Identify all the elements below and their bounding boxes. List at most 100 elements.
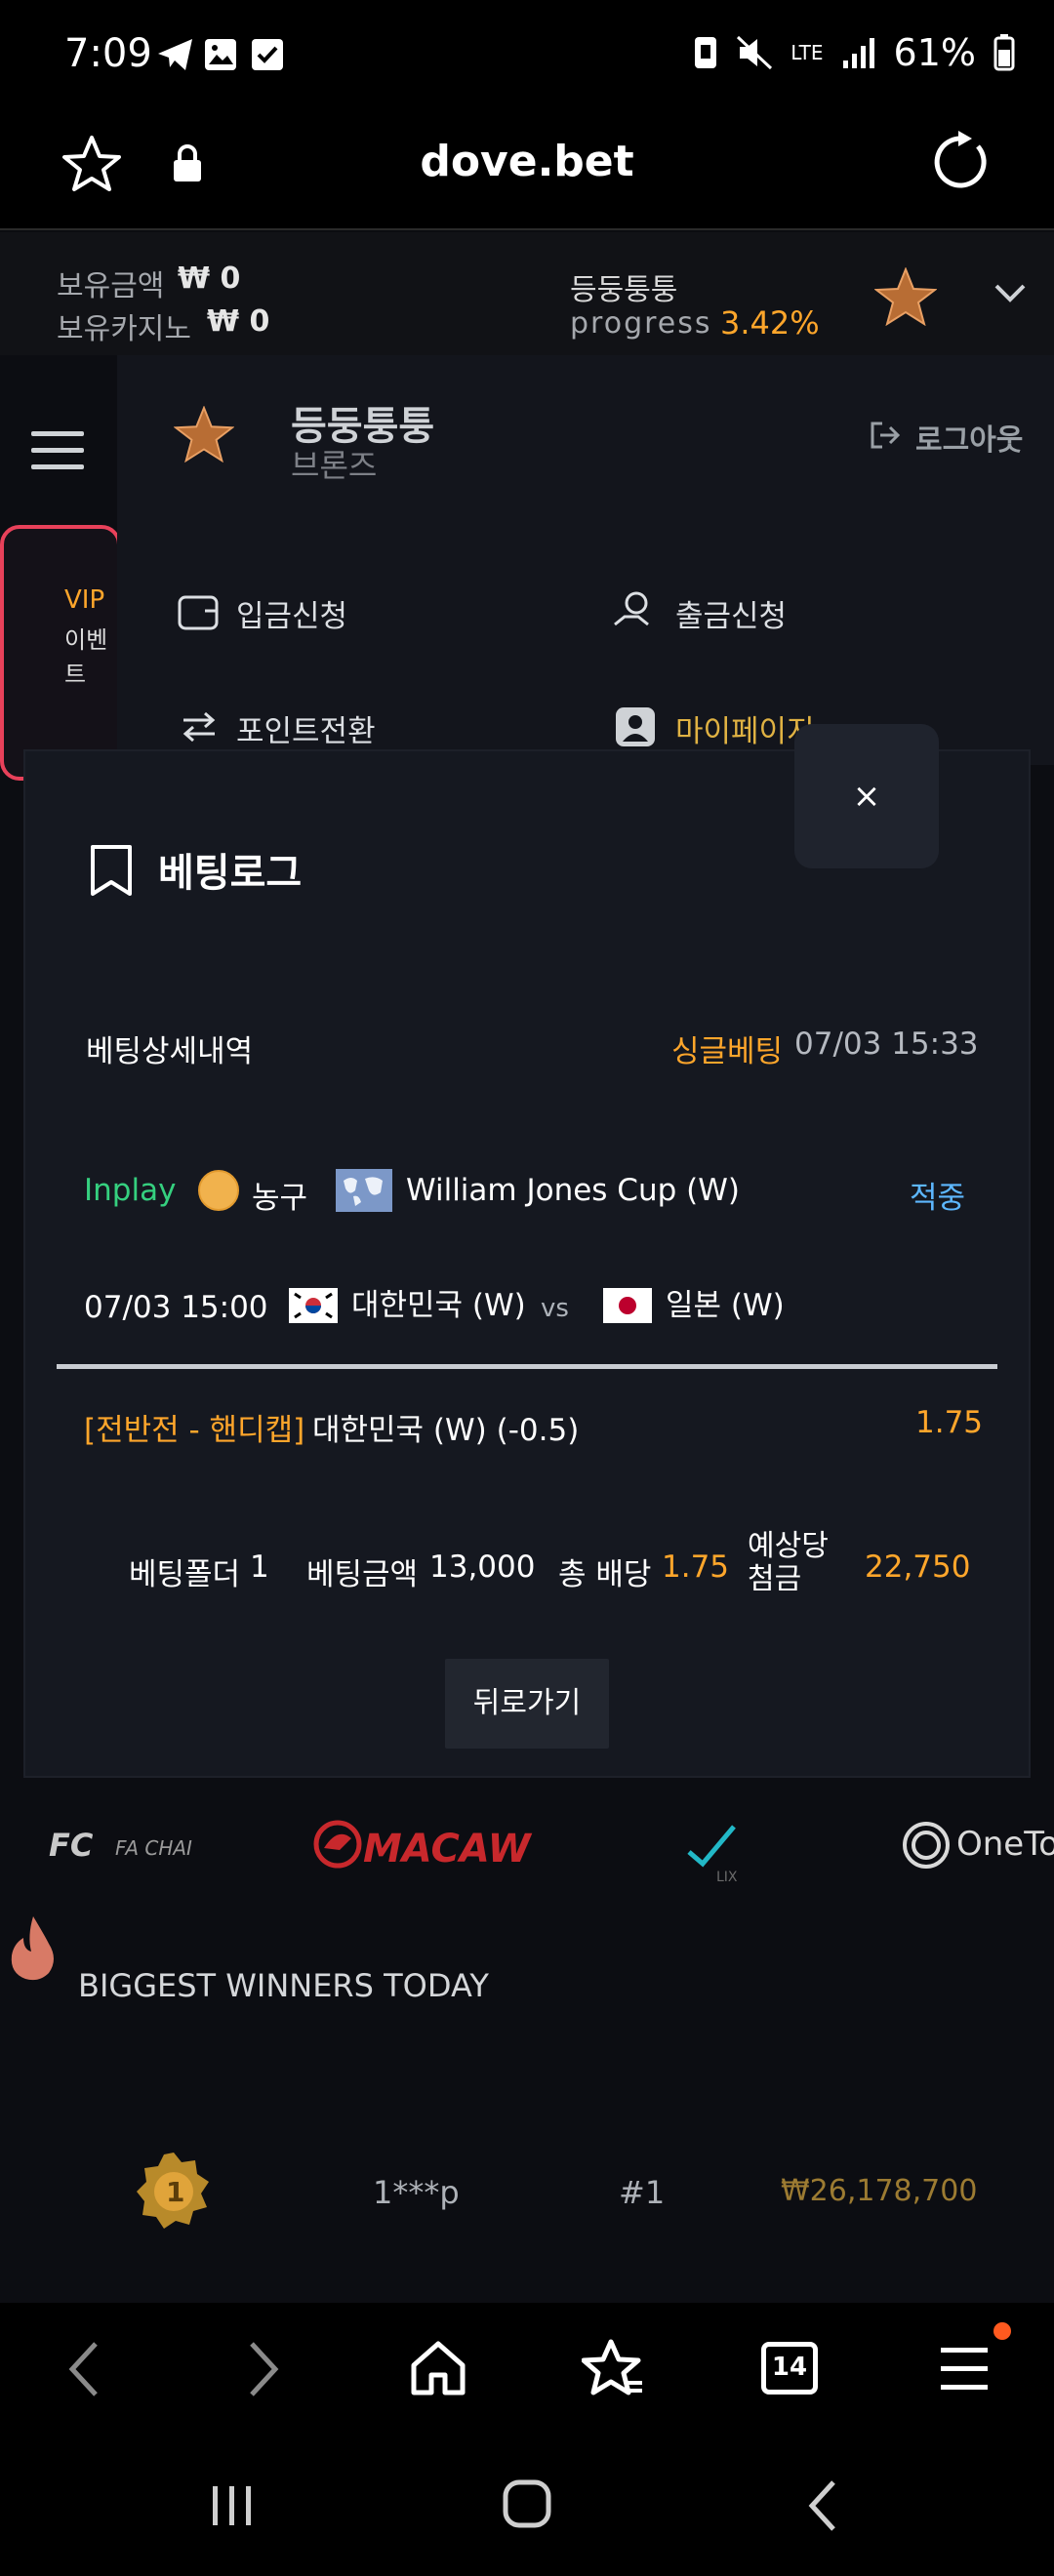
progress-value: 3.42% <box>720 304 820 342</box>
bookmarks-icon[interactable] <box>582 2338 644 2400</box>
menu-icon[interactable] <box>941 2346 992 2393</box>
japan-flag-icon <box>603 1288 652 1323</box>
signal-icon <box>842 38 874 68</box>
total-odds-value: 1.75 <box>662 1550 730 1585</box>
browser-address-bar: dove.bet <box>0 117 1054 230</box>
logout-link[interactable]: 로그아웃 <box>915 416 1023 459</box>
back-button[interactable]: 뒤로가기 <box>445 1659 609 1749</box>
vs-label: vs <box>541 1294 569 1323</box>
telegram-icon <box>158 39 192 70</box>
forward-arrow-icon[interactable] <box>246 2340 281 2398</box>
fire-icon <box>11 1916 54 1981</box>
home-icon[interactable] <box>408 2338 468 2398</box>
world-flag-icon <box>336 1169 392 1212</box>
macaw-logo-icon <box>313 1820 362 1869</box>
rank-star-icon <box>874 267 937 326</box>
url-text[interactable]: dove.bet <box>0 137 1054 186</box>
network-label: LTE <box>790 41 824 64</box>
modal-title: 베팅로그 <box>158 851 303 896</box>
battery-percent: 61% <box>893 31 976 74</box>
status-bar: 7:09 LTE 61% <box>0 0 1054 117</box>
selection-name: 대한민국 (W) (-0.5) <box>312 1413 580 1448</box>
drawer-rank-star-icon <box>174 406 234 463</box>
chevron-down-icon[interactable] <box>993 281 1027 304</box>
winner-row: 1 1***p #1 ₩26,178,700 <box>0 2151 1054 2258</box>
browser-bottom-nav: 14 <box>0 2303 1054 2439</box>
medal-number: 1 <box>166 2176 185 2208</box>
provider-fachai-name: FA CHAI <box>115 1836 192 1860</box>
provider-oneto[interactable]: OneTo <box>956 1825 1054 1864</box>
deposit-link[interactable]: 입금신청 <box>236 591 347 635</box>
reload-icon[interactable] <box>929 131 992 193</box>
away-team: 일본 (W) <box>666 1288 785 1323</box>
battery-icon <box>993 34 1015 71</box>
system-nav-bar <box>0 2439 1054 2576</box>
provider-lix: LIX <box>716 1870 738 1885</box>
checkbox-icon <box>252 39 283 70</box>
sport-name: 농구 <box>252 1181 308 1216</box>
match-datetime: 07/03 15:00 <box>84 1290 268 1325</box>
system-back-icon[interactable] <box>806 2478 839 2533</box>
expected-label-line2: 첨금 <box>748 1562 802 1596</box>
casino-value: ₩ 0 <box>207 304 270 339</box>
tabs-icon[interactable]: 14 <box>761 2342 818 2395</box>
oneto-logo-icon <box>903 1822 950 1869</box>
withdraw-icon <box>614 591 649 626</box>
detail-title: 베팅상세내역 <box>86 1034 254 1069</box>
nfc-icon <box>695 37 717 68</box>
hamburger-menu-icon[interactable] <box>31 429 84 472</box>
korea-flag-icon <box>289 1288 338 1323</box>
folder-value: 1 <box>250 1550 269 1585</box>
lix-check-logo-icon[interactable] <box>685 1823 738 1870</box>
withdraw-link[interactable]: 출금신청 <box>675 591 787 635</box>
drawer-rank: 브론즈 <box>291 447 378 484</box>
back-arrow-icon[interactable] <box>66 2340 101 2398</box>
status-time: 7:09 <box>64 31 152 76</box>
user-drawer: 등둥퉁퉁 브론즈 로그아웃 입금신청 출금신청 포인트전환 마이페이지 <box>117 355 1054 765</box>
divider <box>57 1364 997 1369</box>
recent-apps-icon[interactable] <box>209 2482 256 2529</box>
logout-icon <box>871 422 901 449</box>
amount-label: 베팅금액 <box>306 1557 419 1592</box>
point-convert-link[interactable]: 포인트전환 <box>236 706 376 750</box>
bet-type: 싱글베팅 <box>671 1034 784 1069</box>
providers-strip: FC FA CHAI MACAW LIX OneTo <box>0 1784 1054 1911</box>
mute-icon <box>737 35 773 70</box>
site-header: 보유금액 ₩ 0 보유카지노 ₩ 0 등둥퉁퉁 progress 3.42% <box>0 232 1054 355</box>
provider-fachai-logo[interactable]: FC <box>49 1827 93 1864</box>
total-odds-label: 총 배당 <box>558 1557 652 1592</box>
header-username: 등둥퉁퉁 <box>570 273 678 307</box>
inplay-status: Inplay <box>84 1173 177 1208</box>
selection-odds: 1.75 <box>915 1405 984 1440</box>
casino-label: 보유카지노 <box>57 312 191 346</box>
home-team: 대한민국 (W) <box>351 1288 526 1323</box>
league-name: William Jones Cup (W) <box>406 1173 740 1208</box>
bet-datetime: 07/03 15:33 <box>794 1026 979 1062</box>
bet-result: 적중 <box>910 1181 966 1216</box>
home-button-icon[interactable] <box>502 2478 552 2529</box>
winners-title: BIGGEST WINNERS TODAY <box>78 1967 489 2004</box>
exchange-icon <box>182 711 216 742</box>
balance-label: 보유금액 <box>57 269 165 303</box>
vip-event-banner[interactable]: VIP 이벤트 <box>0 525 121 781</box>
status-right: LTE 61% <box>693 31 1015 74</box>
market-name: [전반전 - 핸디캡] <box>84 1413 305 1448</box>
betting-log-modal: 베팅로그 베팅상세내역 싱글베팅 07/03 15:33 Inplay 농구 W… <box>25 751 1029 1776</box>
gallery-icon <box>205 39 236 70</box>
modal-close-button[interactable]: × <box>794 724 939 868</box>
winner-user: 1***p <box>373 2174 460 2211</box>
wallet-icon <box>178 595 219 630</box>
folder-label: 베팅폴더 <box>129 1557 241 1592</box>
notification-dot <box>993 2322 1011 2340</box>
balance-value: ₩ 0 <box>178 262 241 296</box>
expected-value: 22,750 <box>865 1550 971 1585</box>
winners-section: BIGGEST WINNERS TODAY 1 1***p #1 ₩26,178… <box>0 1912 1054 2303</box>
basketball-icon <box>198 1170 239 1211</box>
banner-event-text: 이벤트 <box>64 626 108 688</box>
winner-amount: ₩26,178,700 <box>781 2174 978 2208</box>
banner-vip-text: VIP <box>64 585 105 615</box>
winner-rank: #1 <box>619 2174 666 2211</box>
bookmark-icon <box>91 845 132 896</box>
provider-macaw[interactable]: MACAW <box>363 1827 531 1872</box>
tabs-count: 14 <box>771 2353 808 2382</box>
